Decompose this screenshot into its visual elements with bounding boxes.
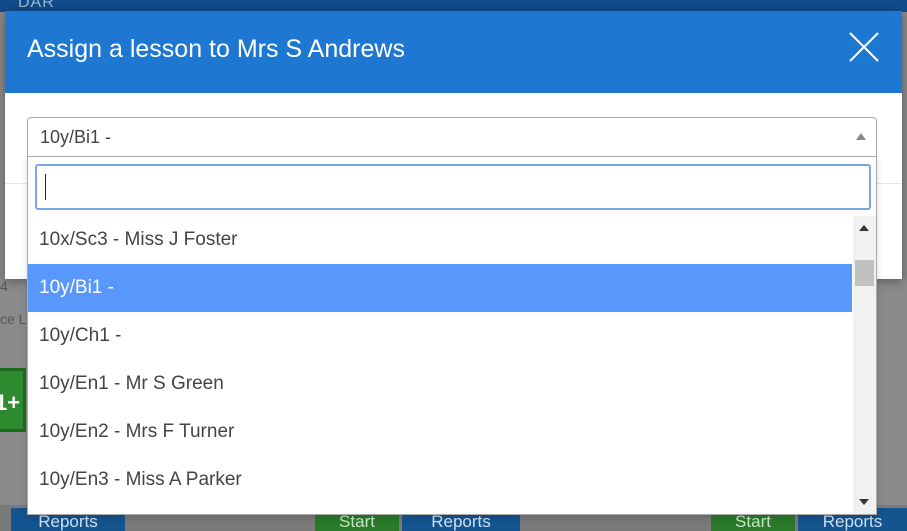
scroll-thumb[interactable] bbox=[855, 260, 874, 286]
lesson-select-value: 10y/Bi1 - bbox=[40, 127, 112, 147]
options-scrollbar[interactable] bbox=[853, 216, 876, 514]
scroll-up-icon[interactable] bbox=[859, 225, 869, 231]
triangle-up-icon bbox=[856, 133, 866, 140]
lesson-option-selected[interactable]: 10y/Bi1 - bbox=[28, 264, 852, 312]
lesson-search-input[interactable] bbox=[35, 164, 871, 210]
lesson-option[interactable]: 10y/En1 - Mr S Green bbox=[28, 360, 852, 408]
close-button[interactable] bbox=[844, 27, 884, 67]
lesson-option[interactable]: 10y/Ch1 - bbox=[28, 312, 852, 360]
lesson-option[interactable]: 10y/En2 - Mrs F Turner bbox=[28, 408, 852, 456]
scroll-down-icon[interactable] bbox=[859, 499, 869, 505]
close-icon bbox=[849, 32, 879, 62]
modal-title: Assign a lesson to Mrs S Andrews bbox=[27, 35, 405, 63]
lesson-option[interactable]: 10x/Sc3 - Miss J Foster bbox=[28, 216, 852, 264]
lesson-select[interactable]: 10y/Bi1 - bbox=[27, 117, 877, 157]
background-fragment: 4 bbox=[0, 278, 8, 294]
lesson-options-list: 10x/Sc3 - Miss J Foster 10y/Bi1 - 10y/Ch… bbox=[28, 216, 852, 514]
lesson-option[interactable]: 10y/En3 - Miss A Parker bbox=[28, 456, 852, 504]
text-caret bbox=[45, 174, 46, 200]
modal-header: Assign a lesson to Mrs S Andrews bbox=[5, 11, 902, 93]
background-fragment: ce L bbox=[0, 311, 27, 327]
background-badge: 1+ bbox=[0, 368, 26, 432]
lesson-dropdown: 10x/Sc3 - Miss J Foster 10y/Bi1 - 10y/Ch… bbox=[27, 157, 877, 515]
